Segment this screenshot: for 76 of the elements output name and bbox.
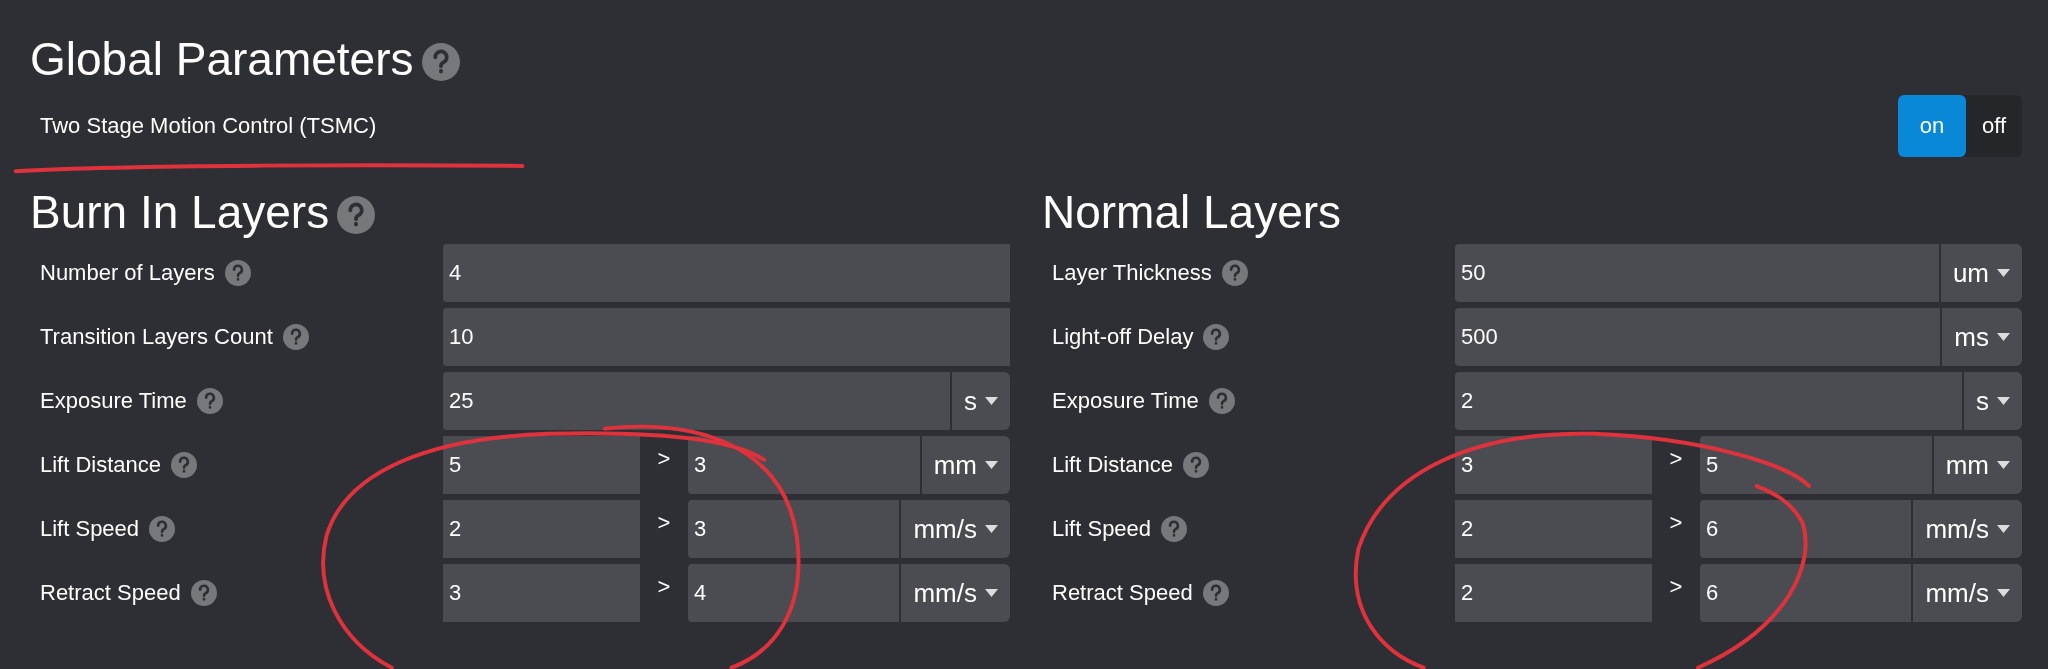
caret-icon [985, 397, 998, 405]
input-field[interactable]: 500 [1455, 308, 1941, 366]
section-title: Normal Layers [1042, 186, 1342, 238]
input-field[interactable]: 3 [1455, 436, 1652, 494]
unit-dropdown[interactable]: mm/s [901, 500, 1010, 558]
field-label: Lift Distance [40, 452, 162, 478]
help-icon[interactable] [1221, 260, 1248, 286]
caret-icon [1997, 333, 2010, 341]
input-field[interactable]: 4 [443, 244, 1010, 302]
field-label: Lift Distance [1052, 452, 1174, 478]
help-icon[interactable] [224, 260, 251, 286]
caret-icon [985, 525, 998, 533]
field-label: Retract Speed [1052, 580, 1193, 606]
input-field[interactable]: 10 [443, 308, 1010, 366]
field-label: Number of Layers [40, 260, 215, 286]
input-field[interactable]: 5 [443, 436, 640, 494]
help-icon[interactable] [1208, 388, 1235, 414]
help-icon[interactable] [171, 452, 198, 478]
section-title: Burn In Layers [30, 186, 330, 238]
input-field[interactable]: 3 [688, 500, 900, 558]
input-field[interactable]: 3 [688, 436, 920, 494]
input-field[interactable]: 50 [1455, 244, 1939, 302]
caret-icon [1997, 589, 2010, 597]
input-field[interactable]: 2 [1455, 564, 1652, 622]
field-label: Light-off Delay [1052, 324, 1194, 350]
input-field[interactable]: 6 [1700, 564, 1912, 622]
unit-dropdown[interactable]: mm [921, 436, 1010, 494]
range-separator: > [1668, 445, 1684, 473]
setting-label: Two Stage Motion Control (TSMC) [40, 113, 377, 139]
toggle-option[interactable]: on [1897, 95, 1966, 157]
field-label: Exposure Time [1052, 388, 1199, 414]
toggle-option[interactable]: off [1965, 95, 2022, 157]
help-icon[interactable] [1203, 324, 1230, 350]
caret-icon [985, 589, 998, 597]
caret-icon [1997, 397, 2010, 405]
field-label: Retract Speed [40, 580, 181, 606]
range-separator: > [1668, 573, 1684, 601]
unit-dropdown[interactable]: um [1940, 244, 2022, 302]
caret-icon [1997, 525, 2010, 533]
unit-dropdown[interactable]: ms [1942, 308, 2022, 366]
caret-icon [1997, 269, 2010, 277]
input-field[interactable]: 2 [1455, 372, 1962, 430]
help-icon[interactable] [282, 324, 309, 350]
unit-dropdown[interactable]: mm/s [1913, 500, 2022, 558]
help-icon[interactable] [149, 516, 176, 542]
range-separator: > [656, 509, 672, 537]
unit-dropdown[interactable]: mm [1933, 436, 2022, 494]
caret-icon [985, 461, 998, 469]
unit-dropdown[interactable]: s [1964, 372, 2022, 430]
help-icon[interactable] [337, 196, 376, 234]
help-icon[interactable] [196, 388, 223, 414]
input-field[interactable]: 5 [1700, 436, 1932, 494]
field-label: Transition Layers Count [40, 324, 273, 350]
input-field[interactable]: 25 [443, 372, 950, 430]
input-field[interactable]: 3 [443, 564, 640, 622]
help-icon[interactable] [1161, 516, 1188, 542]
range-separator: > [656, 445, 672, 473]
help-icon[interactable] [1183, 452, 1210, 478]
input-field[interactable]: 4 [688, 564, 900, 622]
help-icon[interactable] [190, 580, 217, 606]
unit-dropdown[interactable]: mm/s [901, 564, 1010, 622]
field-label: Layer Thickness [1052, 260, 1212, 286]
input-field[interactable]: 2 [1455, 500, 1652, 558]
input-field[interactable]: 6 [1700, 500, 1912, 558]
input-field[interactable]: 2 [443, 500, 640, 558]
field-label: Exposure Time [40, 388, 187, 414]
unit-dropdown[interactable]: s [952, 372, 1010, 430]
section-title: Global Parameters [30, 33, 414, 85]
range-separator: > [656, 573, 672, 601]
range-separator: > [1668, 509, 1684, 537]
field-label: Lift Speed [40, 516, 140, 542]
help-icon[interactable] [421, 43, 460, 81]
unit-dropdown[interactable]: mm/s [1913, 564, 2022, 622]
caret-icon [1997, 461, 2010, 469]
help-icon[interactable] [1202, 580, 1229, 606]
field-label: Lift Speed [1052, 516, 1152, 542]
